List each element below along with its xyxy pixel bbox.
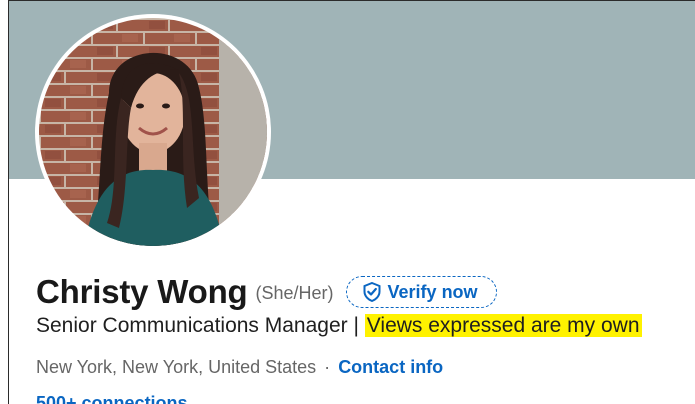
connections-link[interactable]: 500+ connections <box>36 393 188 404</box>
location-row: New York, New York, United States · Cont… <box>36 357 443 378</box>
verify-now-label: Verify now <box>387 281 478 302</box>
shield-check-icon <box>363 281 381 303</box>
profile-name: Christy Wong <box>36 273 248 310</box>
headline-highlighted-text: Views expressed are my own <box>364 314 642 337</box>
pronouns: (She/Her) <box>255 283 334 303</box>
profile-headline: Senior Communications Manager | Views ex… <box>36 314 642 338</box>
profile-photo-frame[interactable] <box>35 14 271 250</box>
contact-info-link[interactable]: Contact info <box>338 357 443 377</box>
separator-dot: · <box>324 357 331 377</box>
profile-photo-image <box>39 18 267 246</box>
location: New York, New York, United States <box>36 357 317 377</box>
profile-screen: Christy Wong (She/Her) Verify now Senior… <box>0 0 695 404</box>
headline-title: Senior Communications Manager | <box>36 314 359 337</box>
profile-photo[interactable] <box>39 18 267 246</box>
verify-now-button[interactable]: Verify now <box>345 276 497 308</box>
name-row: Christy Wong (She/Her) Verify now <box>36 270 497 314</box>
